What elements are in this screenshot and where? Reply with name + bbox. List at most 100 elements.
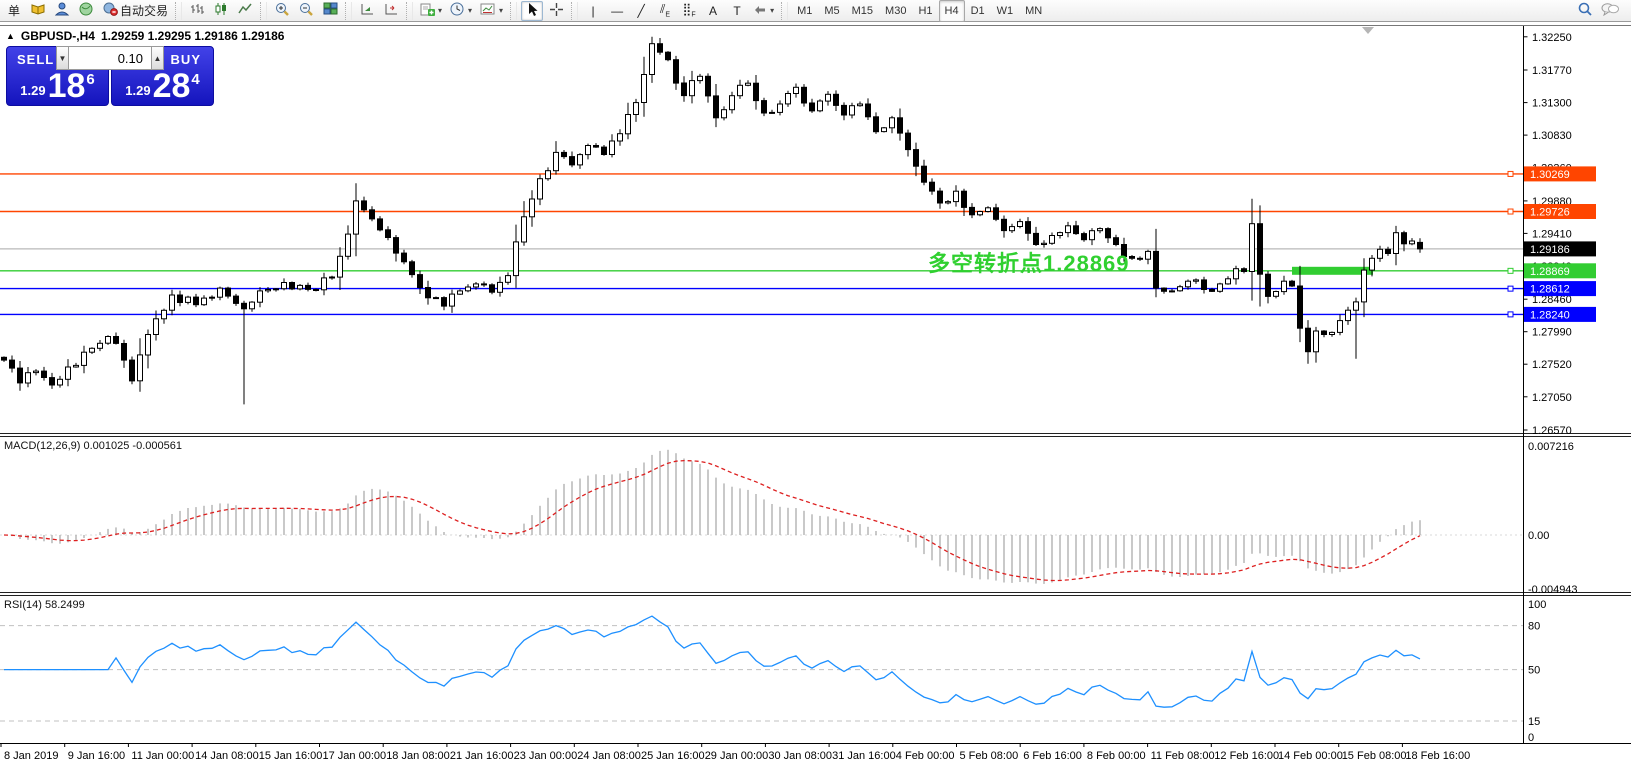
zoom-in-icon [275, 2, 290, 20]
price-axis-labels[interactable]: 1.322501.317701.313001.308301.303601.298… [1524, 32, 1572, 437]
candlestick-chart-icon [214, 2, 228, 19]
chart-canvas[interactable]: 1.322501.317701.313001.308301.303601.298… [0, 0, 1631, 773]
price-level-tag: 1.30269 [1524, 166, 1596, 181]
market-watch-icon[interactable] [51, 1, 73, 21]
bar-chart-button[interactable] [186, 1, 208, 21]
svg-text:0.00: 0.00 [1528, 530, 1549, 542]
line-handle[interactable] [1508, 171, 1513, 176]
svg-text:11 Jan 00:00: 11 Jan 00:00 [131, 750, 194, 762]
search-button[interactable] [1574, 1, 1596, 21]
svg-text:25 Jan 16:00: 25 Jan 16:00 [641, 750, 705, 762]
svg-text:1.27520: 1.27520 [1532, 359, 1572, 371]
crosshair-icon [549, 2, 564, 20]
svg-text:29 Jan 00:00: 29 Jan 00:00 [705, 750, 769, 762]
collapse-panel-icon[interactable]: ▲ [6, 31, 15, 41]
auto-scroll-button[interactable] [356, 1, 378, 21]
autotrading-icon [102, 2, 118, 19]
price-level-tag: 1.29726 [1524, 204, 1596, 219]
zoom-in-button[interactable] [271, 1, 293, 21]
horizontal-line-button[interactable]: — [606, 1, 628, 21]
svg-text:17 Jan 00:00: 17 Jan 00:00 [323, 750, 387, 762]
buy-price: 1.29 28 4 [112, 71, 213, 105]
toolbar-separator [175, 2, 182, 20]
rsi-indicator-label: RSI(14) 58.2499 [4, 599, 85, 611]
tile-windows-button[interactable] [319, 1, 341, 21]
line-handle[interactable] [1508, 312, 1513, 317]
svg-text:1.28869: 1.28869 [1530, 266, 1570, 278]
templates-button[interactable]: ▾ [477, 1, 506, 21]
timeframe-w1-button[interactable]: W1 [991, 0, 1020, 22]
timeframe-h1-button[interactable]: H1 [912, 0, 938, 22]
lot-increase-button[interactable]: ▲ [151, 46, 164, 70]
sell-price-small: 1.29 [20, 83, 45, 98]
timeframe-m30-button[interactable]: M30 [879, 0, 912, 22]
fibonacci-button[interactable]: ⣿F [678, 1, 700, 21]
timeframe-m1-button[interactable]: M1 [791, 0, 818, 22]
svg-text:1.26570: 1.26570 [1532, 425, 1572, 437]
svg-text:0: 0 [1528, 732, 1534, 744]
lot-size-input[interactable] [69, 46, 151, 70]
chart-title: ▲ GBPUSD-,H4 1.29259 1.29295 1.29186 1.2… [6, 29, 284, 43]
chat-button[interactable] [1598, 1, 1622, 21]
buy-price-small: 1.29 [125, 83, 150, 98]
svg-text:1.29410: 1.29410 [1532, 228, 1572, 240]
cursor-button[interactable] [521, 1, 543, 21]
vertical-line-button[interactable]: | [582, 1, 604, 21]
candlestick-chart-button[interactable] [210, 1, 232, 21]
svg-text:100: 100 [1528, 599, 1546, 611]
svg-text:5 Feb 08:00: 5 Feb 08:00 [960, 750, 1019, 762]
rsi-axis-labels[interactable]: 1008050150 [1528, 599, 1546, 744]
svg-text:15: 15 [1528, 716, 1540, 728]
chart-shift-button[interactable] [380, 1, 402, 21]
chevron-down-icon: ▾ [438, 6, 442, 15]
search-icon [1577, 1, 1593, 20]
arrows-tool-button[interactable]: ▾ [750, 1, 777, 21]
macd-histogram [4, 450, 1420, 584]
timeframe-d1-button[interactable]: D1 [965, 0, 991, 22]
timeframe-mn-button[interactable]: MN [1019, 0, 1048, 22]
toolbar-separator [260, 2, 267, 20]
new-order-button[interactable]: 单 [3, 1, 25, 21]
timeframe-m5-button[interactable]: M5 [818, 0, 845, 22]
svg-text:6 Feb 16:00: 6 Feb 16:00 [1023, 750, 1082, 762]
sell-price-big: 18 [48, 71, 86, 102]
sell-price-sup: 6 [86, 71, 94, 88]
svg-text:15 Feb 08:00: 15 Feb 08:00 [1342, 750, 1407, 762]
periods-button[interactable]: ▾ [447, 1, 475, 21]
order-book-icon[interactable] [27, 1, 49, 21]
zoom-out-button[interactable] [295, 1, 317, 21]
signals-icon[interactable] [75, 1, 97, 21]
svg-text:1.27990: 1.27990 [1532, 327, 1572, 339]
line-chart-button[interactable] [234, 1, 256, 21]
timeframe-m15-button[interactable]: M15 [846, 0, 879, 22]
svg-text:9 Jan 16:00: 9 Jan 16:00 [68, 750, 126, 762]
macd-axis-labels[interactable]: 0.0072160.00-0.004943 [1528, 441, 1578, 596]
svg-text:1.32250: 1.32250 [1532, 32, 1572, 44]
price-level-tag: 1.28612 [1524, 281, 1596, 296]
chart-shift-marker[interactable] [1362, 27, 1374, 34]
svg-text:1.30269: 1.30269 [1530, 169, 1570, 181]
timeframe-h4-button[interactable]: H4 [939, 0, 965, 22]
line-chart-icon [238, 2, 252, 19]
green-zone-trendline[interactable] [1292, 267, 1373, 275]
tile-windows-icon [323, 2, 338, 19]
line-handle[interactable] [1508, 286, 1513, 291]
crosshair-button[interactable] [545, 1, 567, 21]
svg-text:31 Jan 16:00: 31 Jan 16:00 [832, 750, 896, 762]
autotrading-button[interactable]: 自动交易 [99, 1, 171, 21]
indicators-button[interactable]: ▾ [417, 1, 445, 21]
svg-text:1.31770: 1.31770 [1532, 65, 1572, 77]
svg-text:18 Feb 16:00: 18 Feb 16:00 [1405, 750, 1470, 762]
label-tool-button[interactable]: T [726, 1, 748, 21]
equidistant-channel-button[interactable]: ⫽E [654, 1, 676, 21]
periods-icon [450, 2, 465, 20]
line-handle[interactable] [1508, 268, 1513, 273]
line-handle[interactable] [1508, 209, 1513, 214]
pivot-annotation-text[interactable]: 多空转折点1.28869 [928, 246, 1130, 278]
time-axis-labels[interactable]: 8 Jan 20199 Jan 16:0011 Jan 00:0014 Jan … [1, 743, 1470, 762]
trendline-button[interactable]: ╱ [630, 1, 652, 21]
price-level-tag: 1.28240 [1524, 307, 1596, 322]
chat-icon [1601, 2, 1619, 19]
lot-decrease-button[interactable]: ▼ [56, 46, 69, 70]
text-tool-button[interactable]: A [702, 1, 724, 21]
